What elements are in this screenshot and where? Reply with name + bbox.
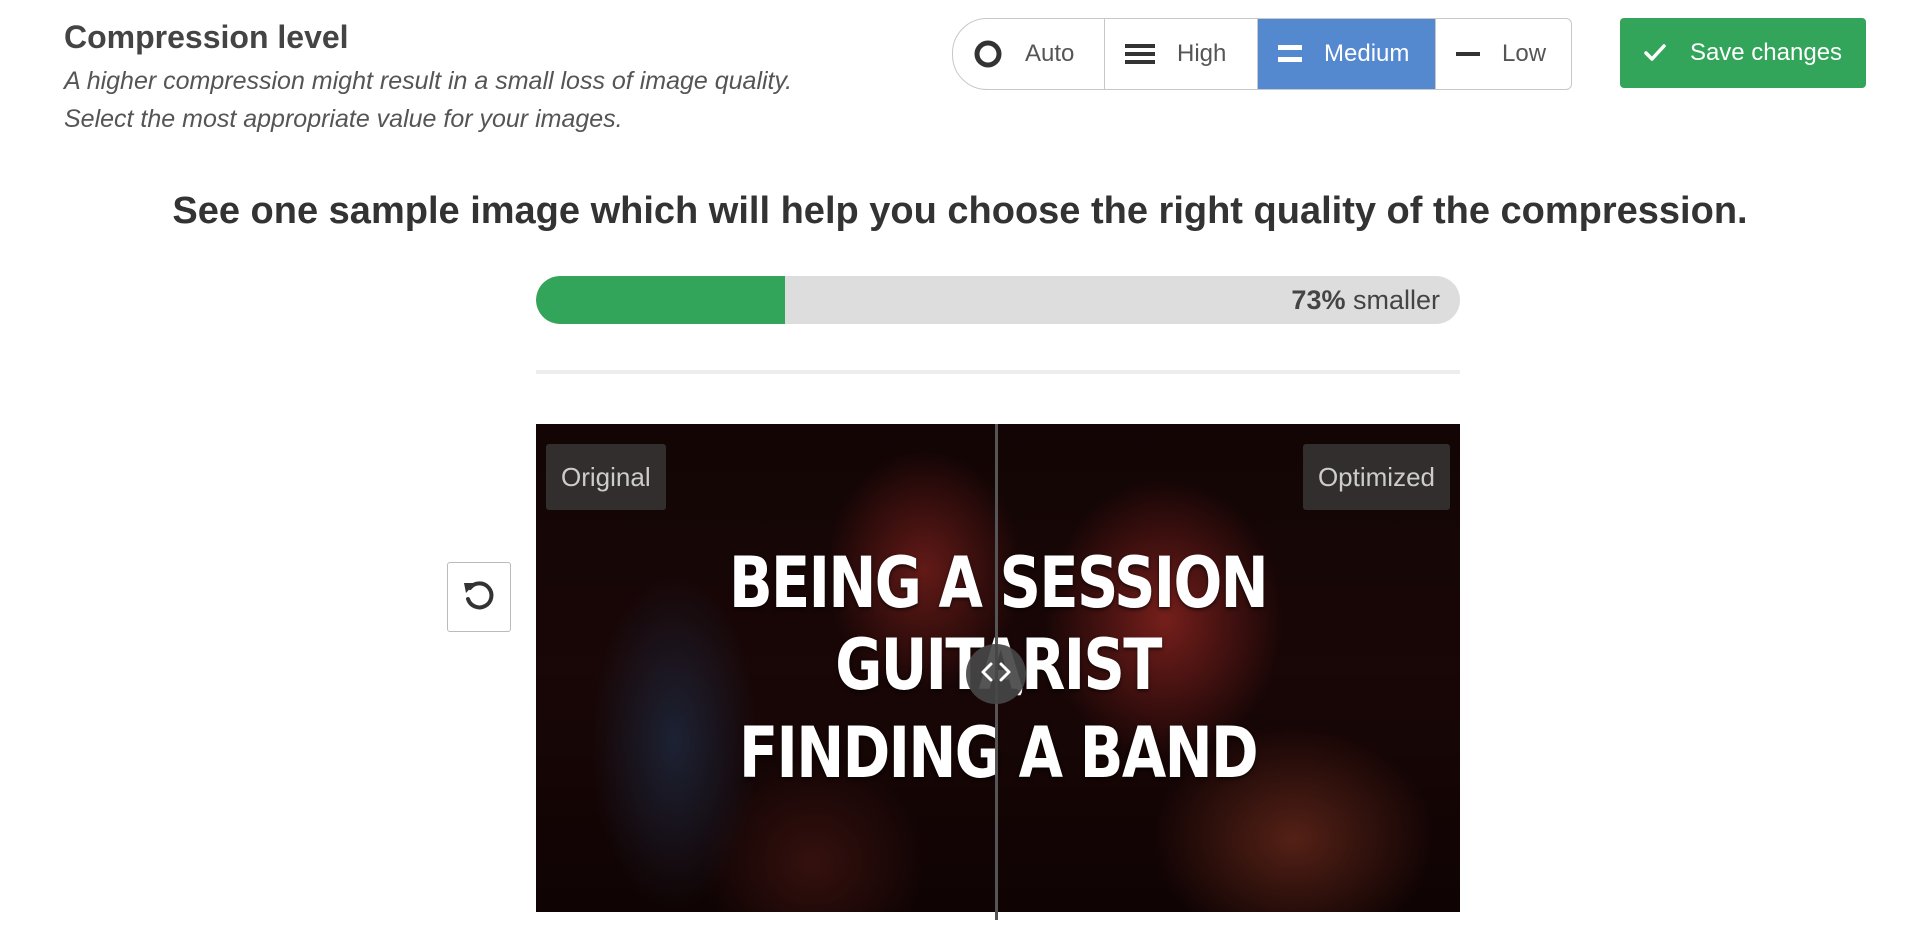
compression-description-line2: Select the most appropriate value for yo… bbox=[64, 105, 623, 133]
savings-percent: 73% bbox=[1291, 285, 1346, 315]
original-label: Original bbox=[546, 444, 666, 510]
page: Compression level A higher compression m… bbox=[0, 0, 1920, 943]
compression-header: Compression level A higher compression m… bbox=[64, 18, 904, 138]
option-auto[interactable]: Auto bbox=[953, 19, 1105, 89]
section-divider bbox=[536, 370, 1460, 374]
savings-progress-bar: 73% smaller bbox=[536, 276, 1460, 324]
reset-comparison-button[interactable] bbox=[447, 562, 511, 632]
sample-heading: See one sample image which will help you… bbox=[172, 190, 1748, 232]
three-bars-icon bbox=[1125, 42, 1155, 66]
compression-level-selector: Auto High Medium Low bbox=[952, 18, 1572, 90]
circle-ring-icon bbox=[973, 39, 1003, 69]
option-high[interactable]: High bbox=[1105, 19, 1258, 89]
one-bar-icon bbox=[1456, 42, 1480, 66]
refresh-icon bbox=[461, 577, 497, 618]
save-changes-button[interactable]: Save changes bbox=[1620, 18, 1866, 88]
savings-progress-fill bbox=[536, 276, 786, 324]
checkmark-icon bbox=[1644, 44, 1666, 62]
optimized-label: Optimized bbox=[1302, 444, 1450, 510]
option-medium[interactable]: Medium bbox=[1258, 19, 1436, 89]
option-low-label: Low bbox=[1502, 40, 1547, 67]
image-headline-line2: FINDING A BAND bbox=[738, 712, 1259, 794]
comparison-slider-handle[interactable] bbox=[966, 644, 1026, 704]
option-auto-label: Auto bbox=[1025, 40, 1075, 67]
savings-suffix: smaller bbox=[1352, 285, 1440, 315]
option-high-label: High bbox=[1177, 40, 1227, 67]
savings-label: 73% smaller bbox=[1291, 276, 1440, 324]
compression-description-line1: A higher compression might result in a s… bbox=[64, 67, 793, 95]
option-medium-label: Medium bbox=[1324, 40, 1410, 67]
save-changes-label: Save changes bbox=[1689, 39, 1843, 66]
code-arrows-icon bbox=[979, 660, 1013, 689]
two-bars-icon bbox=[1278, 42, 1302, 66]
option-low[interactable]: Low bbox=[1436, 19, 1571, 89]
compression-title: Compression level bbox=[64, 19, 349, 55]
